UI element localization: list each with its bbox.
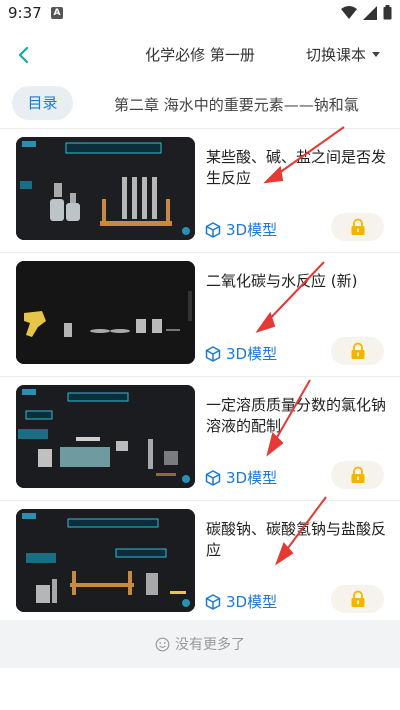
status-bar: 9:37 A (0, 0, 400, 28)
lab-scene-image (16, 137, 195, 240)
chapter-title: 第二章 海水中的重要元素——钠和氯 (114, 96, 359, 114)
switch-textbook-button[interactable]: 切换课本 (306, 44, 380, 65)
no-more-message: 没有更多了 (0, 634, 400, 654)
list-item[interactable]: 二氧化碳与水反应 (新) 3D模型 (0, 252, 400, 372)
3d-model-link[interactable]: 3D模型 (205, 343, 277, 364)
switch-textbook-label: 切换课本 (305, 46, 366, 64)
notification-a-icon: A (51, 7, 63, 19)
toc-button[interactable]: 目录 (12, 86, 73, 120)
3d-model-label: 3D模型 (226, 593, 278, 611)
experiment-thumbnail[interactable] (16, 385, 195, 488)
lock-button[interactable] (331, 213, 384, 241)
3d-model-link[interactable]: 3D模型 (205, 219, 277, 240)
experiment-thumbnail[interactable] (16, 137, 195, 240)
experiment-thumbnail[interactable] (16, 261, 195, 364)
list-footer: 没有更多了 (0, 620, 400, 668)
battery-icon (383, 5, 392, 20)
status-time: 9:37 (8, 4, 42, 22)
cube-icon (205, 221, 221, 238)
lock-icon (351, 342, 364, 359)
cube-icon (205, 345, 221, 362)
lab-scene-image (16, 509, 195, 612)
lab-scene-image (16, 261, 195, 364)
lock-icon (351, 466, 364, 483)
smile-icon (155, 637, 170, 651)
lock-button[interactable] (331, 461, 384, 489)
header: 化学必修 第一册 切换课本 (0, 32, 400, 78)
wifi-icon (341, 5, 357, 19)
list-item[interactable]: 某些酸、碱、盐之间是否发生反应 3D模型 (0, 128, 400, 248)
no-more-text: 没有更多了 (175, 637, 245, 653)
cube-icon (205, 593, 221, 610)
list-item[interactable]: 碳酸钠、碳酸氢钠与盐酸反应 3D模型 (0, 500, 400, 620)
status-icons (341, 5, 392, 20)
experiment-title[interactable]: 二氧化碳与水反应 (新) (206, 271, 386, 292)
signal-icon (363, 5, 377, 20)
lock-icon (351, 218, 364, 235)
caret-down-icon (372, 52, 380, 57)
experiment-thumbnail[interactable] (16, 509, 195, 612)
experiment-title[interactable]: 碳酸钠、碳酸氢钠与盐酸反应 (206, 519, 386, 561)
3d-model-label: 3D模型 (226, 469, 278, 487)
experiment-title[interactable]: 某些酸、碱、盐之间是否发生反应 (206, 147, 386, 189)
cube-icon (205, 469, 221, 486)
3d-model-link[interactable]: 3D模型 (205, 467, 277, 488)
lock-icon (351, 590, 364, 607)
experiment-title[interactable]: 一定溶质质量分数的氯化钠溶液的配制 (206, 395, 386, 437)
3d-model-label: 3D模型 (226, 221, 278, 239)
3d-model-label: 3D模型 (226, 345, 278, 363)
lab-scene-image (16, 385, 195, 488)
chapter-bar: 目录 第二章 海水中的重要元素——钠和氯 (0, 84, 400, 124)
lock-button[interactable] (331, 585, 384, 613)
lock-button[interactable] (331, 337, 384, 365)
3d-model-link[interactable]: 3D模型 (205, 591, 277, 612)
list-item[interactable]: 一定溶质质量分数的氯化钠溶液的配制 3D模型 (0, 376, 400, 496)
